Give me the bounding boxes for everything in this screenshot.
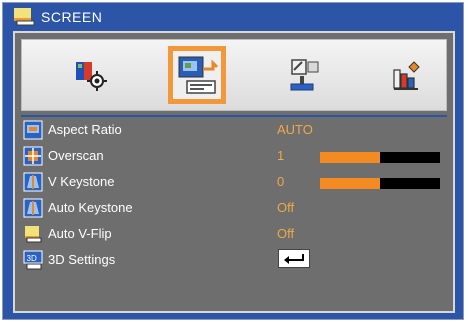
v-keystone-icon — [23, 172, 43, 192]
row-value: AUTO — [277, 122, 313, 137]
row-label: Auto Keystone — [48, 200, 133, 215]
menu-tabs — [21, 39, 447, 111]
row-label: Aspect Ratio — [48, 122, 122, 137]
v-keystone-slider-fill — [320, 178, 380, 189]
v-keystone-slider[interactable] — [320, 178, 440, 189]
enter-key-icon[interactable] — [278, 249, 310, 268]
row-value: Off — [277, 226, 295, 241]
tab-setup[interactable] — [276, 46, 334, 104]
row-label: V Keystone — [48, 174, 115, 189]
menu-row-v-keystone[interactable]: V Keystone 0 — [23, 171, 447, 193]
row-value: 1 — [277, 148, 285, 163]
row-label: 3D Settings — [48, 252, 116, 267]
auto-v-flip-icon — [25, 226, 42, 243]
window-title: SCREEN — [41, 9, 103, 25]
enter-arrow-icon — [284, 254, 304, 264]
screen-title-icon — [14, 8, 35, 26]
row-value: Off — [277, 200, 295, 215]
image-settings-icon — [76, 62, 107, 91]
overscan-slider[interactable] — [320, 152, 440, 163]
row-label: Overscan — [48, 148, 104, 163]
title-bar: SCREEN — [3, 3, 463, 31]
menu-row-aspect-ratio[interactable]: Aspect Ratio AUTO — [23, 119, 447, 141]
options-icon — [393, 61, 420, 90]
setup-icon — [290, 59, 319, 91]
menu-row-3d-settings[interactable]: 3D 3D Settings — [23, 249, 447, 271]
auto-keystone-icon — [23, 198, 43, 218]
menu-row-auto-keystone[interactable]: Auto Keystone Off — [23, 197, 447, 219]
row-label: Auto V-Flip — [48, 226, 112, 241]
overscan-slider-fill — [320, 152, 380, 163]
overscan-icon — [23, 146, 43, 166]
menu-row-overscan[interactable]: Overscan 1 — [23, 145, 447, 167]
screen-settings-icon — [178, 56, 219, 94]
tabs-separator — [21, 115, 447, 117]
menu-panel: Aspect Ratio AUTO Overscan 1 V Keystone — [13, 31, 455, 313]
osd-window: SCREEN Aspect Ratio AUTO Overscan 1 V Ke… — [2, 2, 464, 320]
row-value: 0 — [277, 174, 285, 189]
svg-text:3D: 3D — [27, 254, 37, 263]
tab-image-settings[interactable] — [62, 46, 120, 104]
tab-options[interactable] — [378, 46, 436, 104]
3d-settings-icon: 3D — [23, 250, 43, 270]
aspect-ratio-icon — [23, 120, 43, 140]
menu-row-auto-v-flip[interactable]: Auto V-Flip Off — [23, 223, 447, 245]
tab-screen[interactable] — [168, 46, 226, 104]
